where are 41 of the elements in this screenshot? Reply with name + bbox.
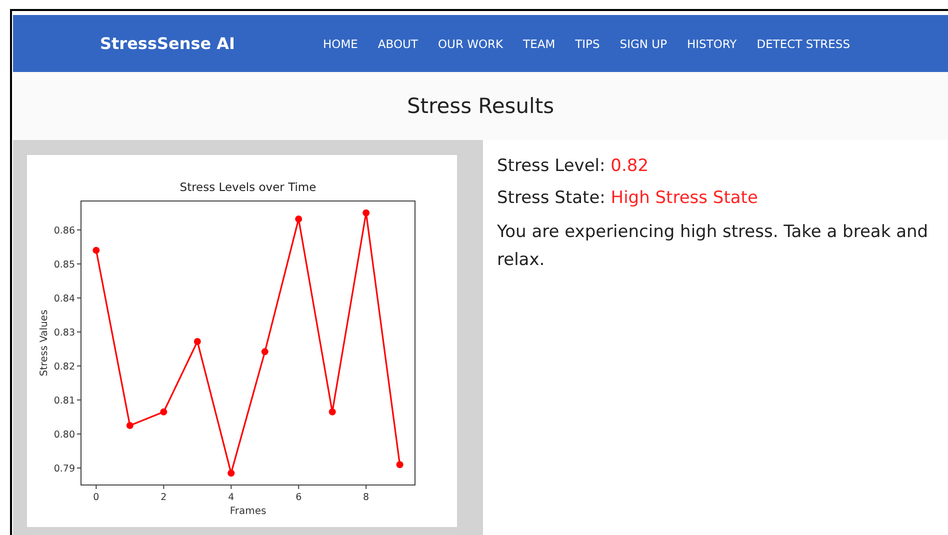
tick-label: 0 [93, 492, 100, 503]
brand-logo[interactable]: StressSense AI [100, 34, 236, 53]
tick-label: 2 [160, 492, 167, 503]
tick-label: 0.81 [54, 395, 75, 406]
data-point [160, 408, 168, 416]
stress-state-label: Stress State: [497, 188, 606, 208]
tick-label: 8 [363, 492, 370, 503]
data-point [194, 338, 201, 345]
tick-label: 0.80 [54, 429, 75, 440]
nav-link[interactable]: TIPS [575, 36, 600, 50]
stress-level-value: 0.82 [610, 156, 649, 176]
data-point [126, 422, 134, 429]
nav-link[interactable]: HISTORY [687, 36, 737, 50]
tick-label: 0.85 [54, 259, 75, 270]
stress-state-value: High Stress State [610, 188, 758, 208]
data-point [295, 216, 302, 223]
data-point [261, 348, 268, 356]
x-axis-label: Frames [230, 506, 266, 517]
stress-message: You are experiencing high stress. Take a break and relax. [497, 221, 930, 272]
tick-label: 0.86 [54, 225, 75, 236]
nav-link[interactable]: DETECT STRESS [756, 36, 850, 50]
tick-label: 0.82 [54, 361, 75, 372]
data-point [396, 461, 404, 468]
data-point [228, 470, 235, 477]
tick-label: 0.79 [54, 464, 75, 474]
data-point [92, 246, 100, 254]
data-point [328, 408, 336, 416]
page-title: Stress Results [406, 94, 554, 118]
nav-link[interactable]: HOME [323, 36, 358, 50]
stress-level-label: Stress Level: [497, 156, 606, 176]
nav-link[interactable]: OUR WORK [438, 36, 504, 50]
tick-label: 4 [228, 492, 234, 503]
chart-title: Stress Levels over Time [180, 180, 316, 194]
tick-label: 6 [296, 492, 302, 503]
tick-label: 0.83 [54, 327, 75, 338]
nav-link[interactable]: SIGN UP [620, 36, 668, 50]
y-axis-label: Stress Values [39, 310, 50, 376]
data-point [362, 209, 370, 216]
nav-link[interactable]: ABOUT [378, 36, 418, 50]
tick-label: 0.84 [54, 293, 75, 304]
nav-link[interactable]: TEAM [523, 36, 556, 50]
